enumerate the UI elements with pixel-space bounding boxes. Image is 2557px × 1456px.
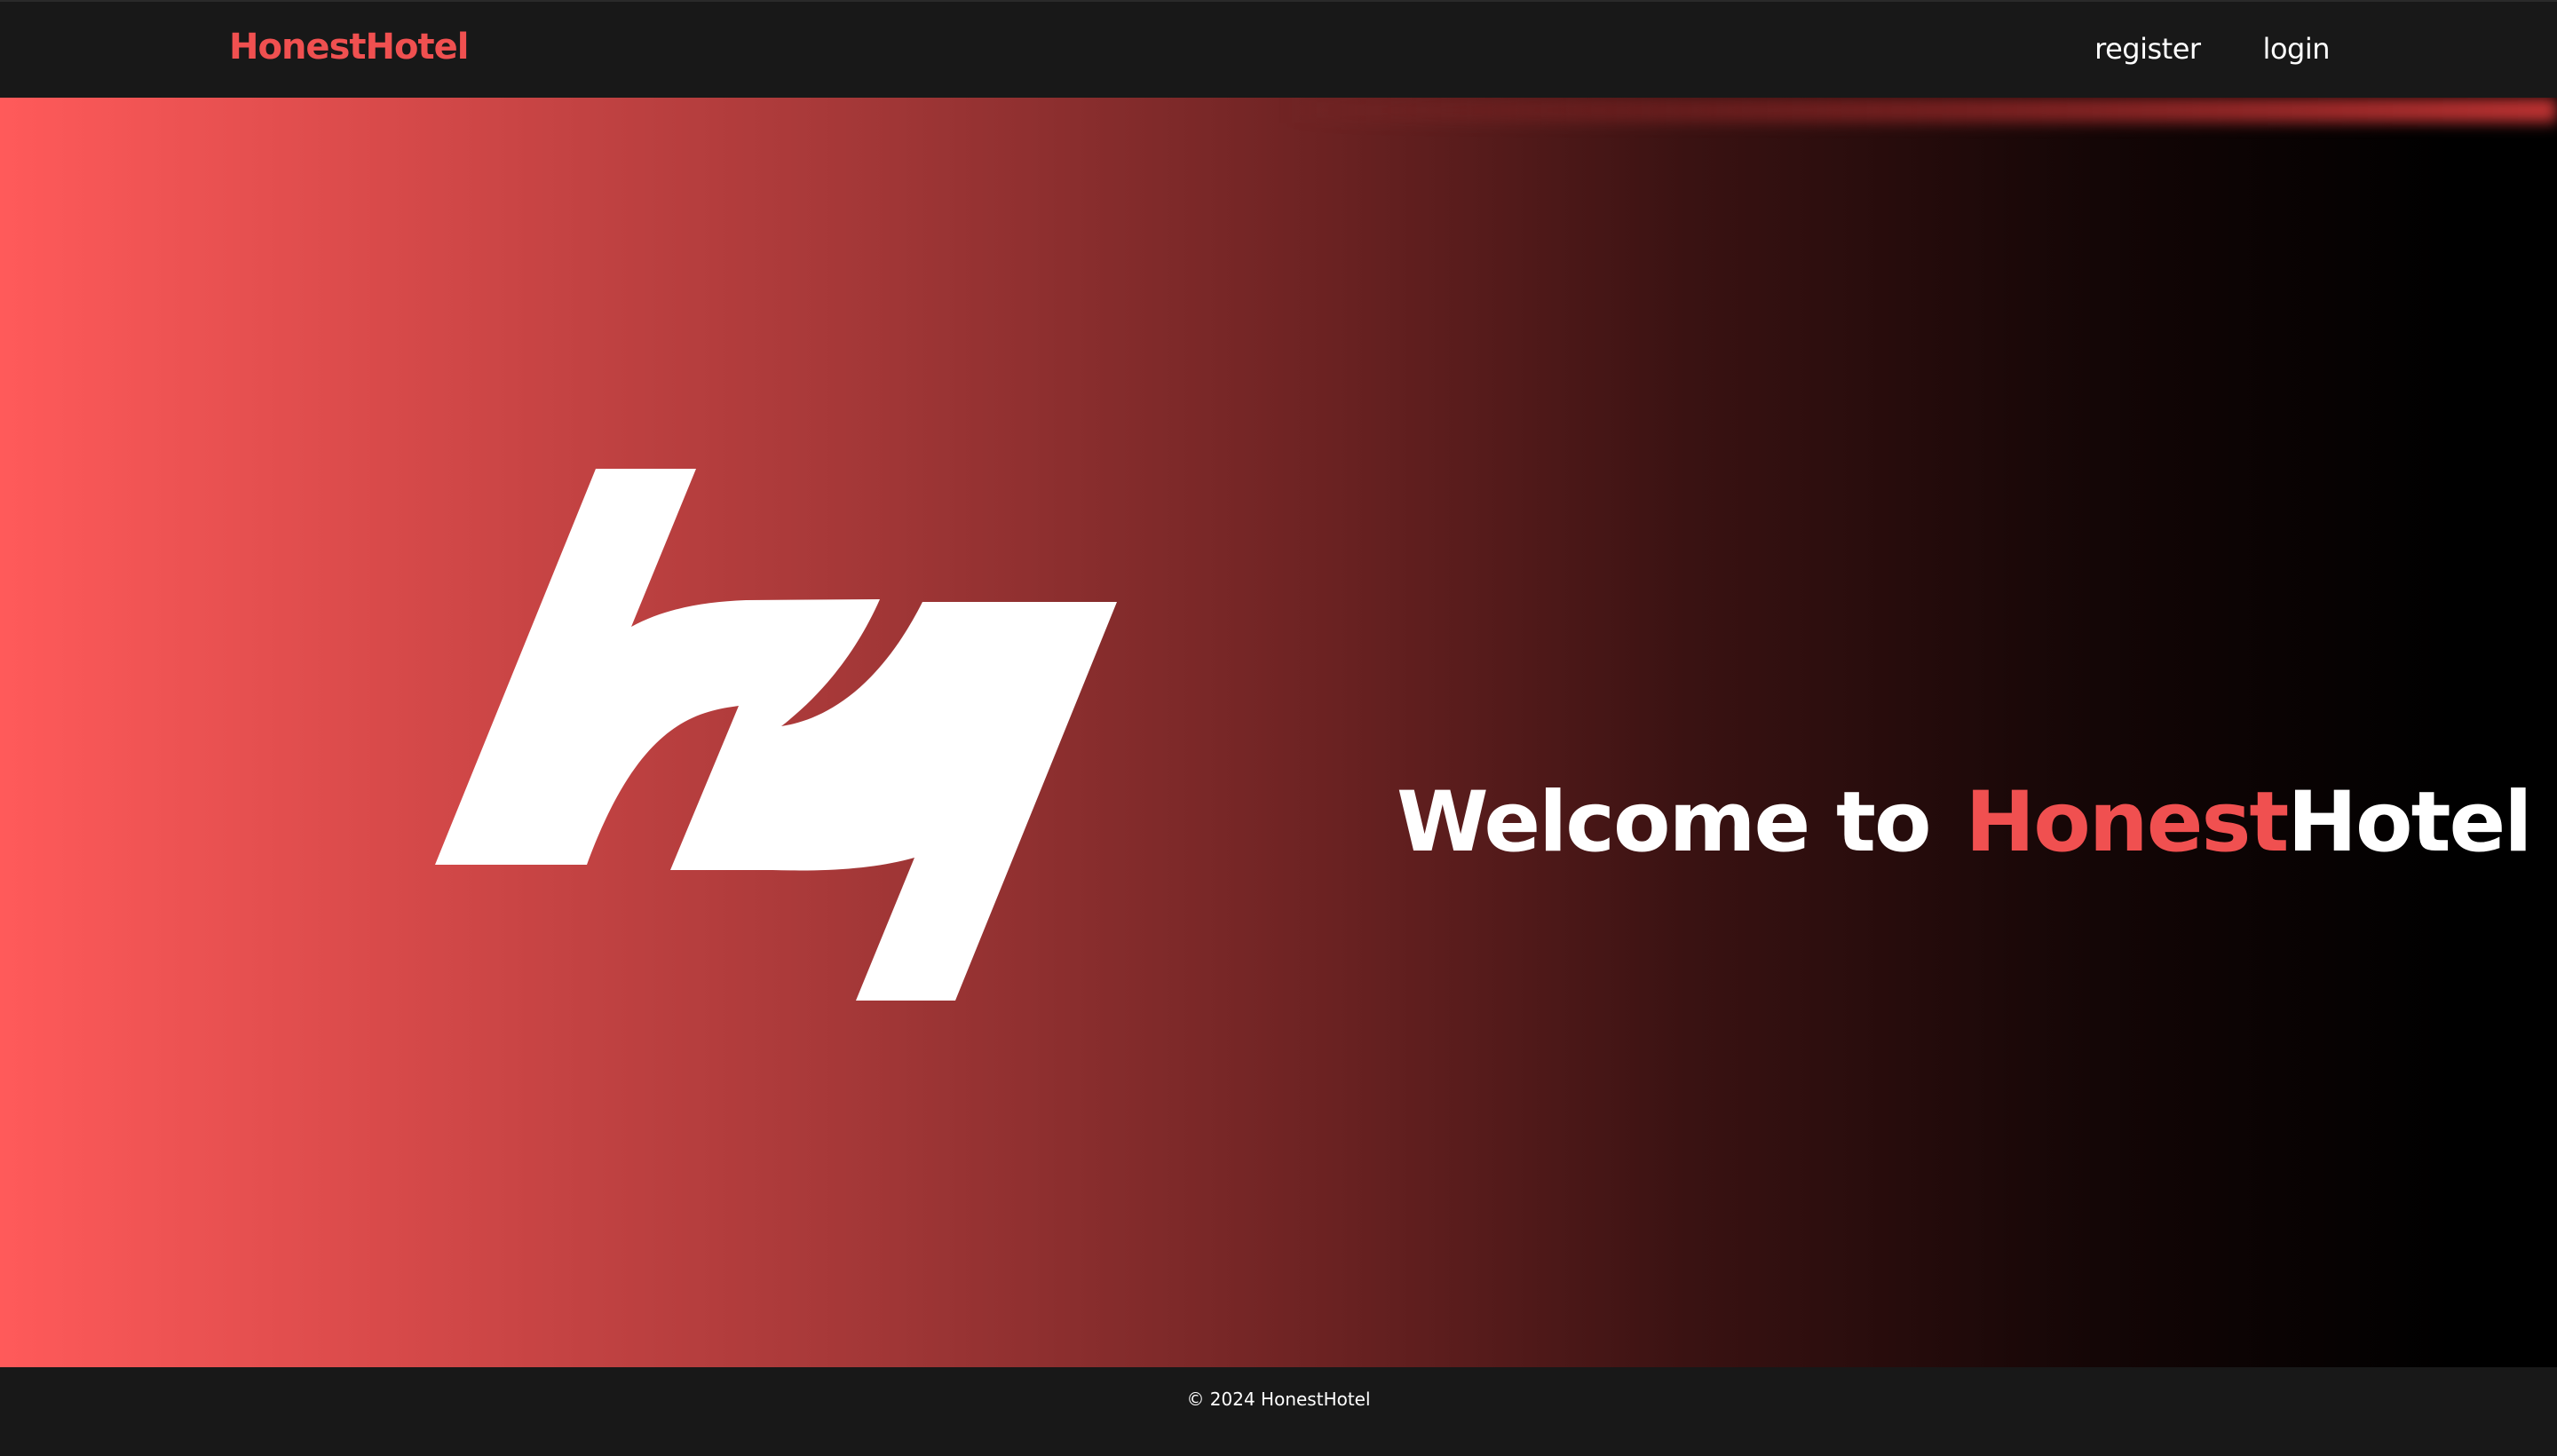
hero-top-glow	[0, 98, 2557, 123]
page-footer: © 2024 HonestHotel	[0, 1367, 2557, 1456]
nav-links: register login	[2094, 32, 2330, 66]
welcome-heading: Welcome to HonestHotel	[1397, 781, 2533, 865]
register-link[interactable]: register	[2094, 32, 2201, 66]
hh-logo-icon	[435, 469, 1117, 1001]
login-link[interactable]: login	[2263, 32, 2331, 66]
copyright-text: © 2024 HonestHotel	[1186, 1389, 1371, 1410]
brand-logo-link[interactable]: HonestHotel	[229, 27, 469, 67]
hero-section: Welcome to HonestHotel	[0, 98, 2557, 1367]
welcome-prefix: Welcome to	[1397, 774, 1932, 871]
welcome-brand-accent: Honest	[1965, 774, 2290, 871]
top-navbar: HonestHotel register login	[0, 0, 2557, 98]
welcome-brand-rest: Hotel	[2287, 774, 2532, 871]
